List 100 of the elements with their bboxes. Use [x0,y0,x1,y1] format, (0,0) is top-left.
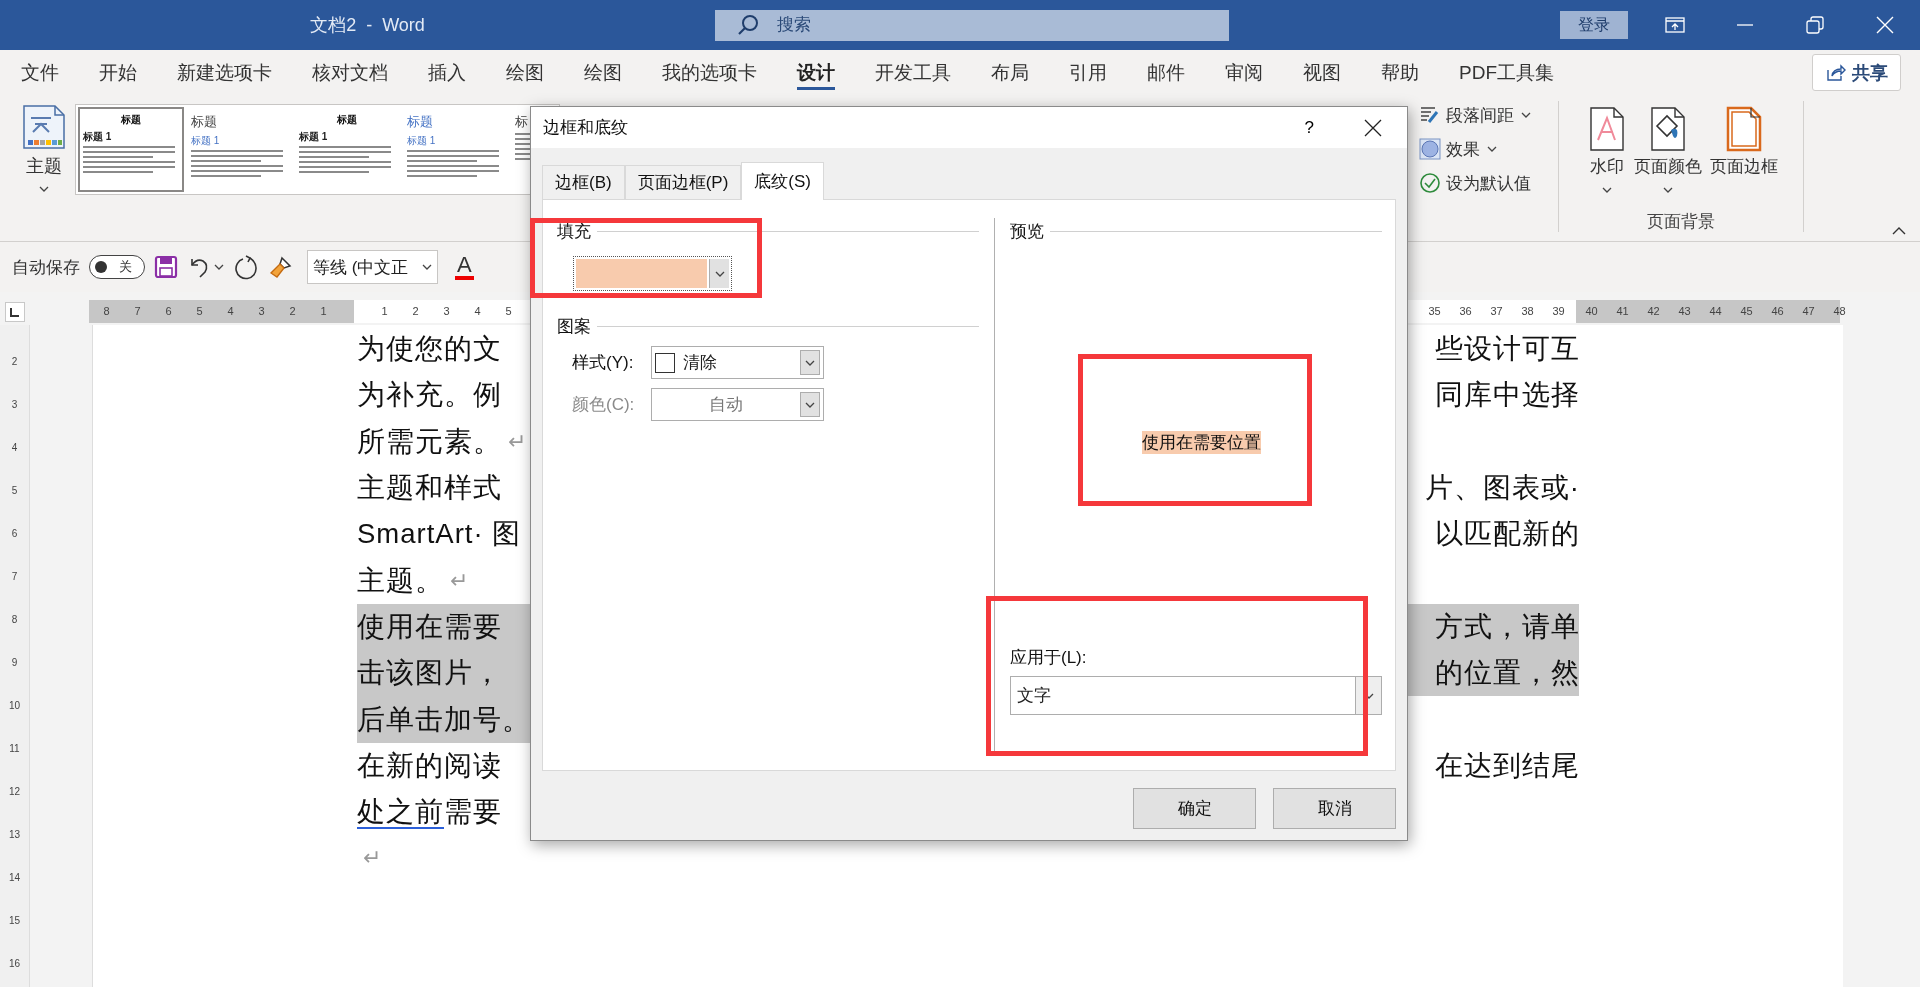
window-title: 文档2 - Word [310,14,425,37]
ruler-number: 9 [10,656,19,670]
tab-stop-icon[interactable] [5,301,25,322]
ruler-number: 37 [1489,304,1504,319]
ruler-number: 2 [10,355,19,369]
menu-tab[interactable]: 帮助 [1361,50,1439,95]
dialog-tab[interactable]: 页面边框(P) [624,165,742,199]
menu-tab[interactable]: 绘图 [486,50,564,95]
dialog-button[interactable]: 确定 [1133,788,1256,829]
ruler-number: 8 [10,613,19,627]
close-icon[interactable] [1874,15,1896,35]
caret-icon [714,270,725,277]
menu-tab[interactable]: 我的选项卡 [642,50,777,95]
field-label: 应用于(L): [1010,647,1088,669]
ruler-number: 36 [1458,304,1473,319]
sign-in-button[interactable]: 登录 [1560,11,1628,39]
autosave-toggle[interactable]: 关 [89,255,145,279]
menu-tab[interactable]: 视图 [1283,50,1361,95]
theme-button[interactable]: 主题 [18,104,70,202]
watermark-icon [1588,106,1626,152]
section-label: 预览 [1010,220,1044,243]
ruler-number: 38 [1520,304,1535,319]
save-icon[interactable] [154,255,178,279]
menu-tab[interactable]: 文件 [1,50,79,95]
collapse-ribbon-icon[interactable] [1892,226,1906,235]
close-icon[interactable] [1364,118,1382,137]
preview-text: 使用在需要位置 [1141,430,1261,454]
style-subheading: 标题 1 [83,130,113,144]
ribbon-display-icon[interactable] [1664,15,1686,35]
menu-tab[interactable]: 设计 [777,50,855,95]
help-button[interactable]: ? [1294,117,1324,138]
group-label: 页面背景 [1647,211,1715,233]
font-name-field[interactable]: 等线 (中文正 [307,250,438,284]
document-text: 处之前 [357,795,444,830]
apply-to-dropdown[interactable]: 文字 [1010,676,1382,715]
ruler-number: 47 [1801,304,1816,319]
ruler-number: 3 [442,304,451,319]
ruler-number: 2 [288,304,297,319]
style-set-item[interactable]: 标题 标题 1 [78,107,184,192]
ruler-number: 42 [1646,304,1661,319]
style-heading: 标题 [337,113,357,127]
ribbon-button[interactable]: 水印 [1588,106,1626,193]
menu-tab[interactable]: 新建选项卡 [157,50,292,95]
ruler-number: 4 [10,441,19,455]
paint-bucket-icon [1649,106,1687,152]
format-painter-icon[interactable] [268,254,294,280]
pattern-swatch [655,352,675,373]
restore-icon[interactable] [1804,15,1826,35]
document-text: 以匹配新的 [1435,517,1580,552]
caret-icon [805,359,815,366]
ruler-number: 3 [10,398,19,412]
menu-tab[interactable]: 审阅 [1205,50,1283,95]
font-color-button[interactable]: A [455,254,474,280]
share-icon [1825,63,1846,82]
menu-tab[interactable]: 开发工具 [855,50,971,95]
field-label: 样式(Y): [572,352,635,374]
menu-tab[interactable]: 核对文档 [292,50,408,95]
checkmark-icon [1419,172,1441,194]
redo-icon[interactable] [233,254,259,280]
document-text: 所需元素。 [357,424,502,459]
document-text: 同库中选择 [1435,378,1580,413]
menu-tab[interactable]: 插入 [408,50,486,95]
ribbon-button[interactable]: 页面颜色 [1634,106,1702,193]
menu-tab[interactable]: 开始 [79,50,157,95]
style-subheading: 标题 1 [299,130,329,144]
document-text: 片、图表或· [1424,471,1580,506]
document-text: 为使您的文 [357,332,502,367]
ruler-number: 5 [504,304,513,319]
ribbon-button[interactable]: 段落间距 [1419,100,1531,130]
paragraph-mark: ↵ [363,844,381,873]
menu-tab[interactable]: 邮件 [1127,50,1205,95]
menu-tab[interactable]: PDF工具集 [1439,50,1574,95]
style-dropdown[interactable]: 清除 [651,346,824,379]
ruler-number: 7 [133,304,142,319]
dialog-button[interactable]: 取消 [1273,788,1396,829]
dialog-tab[interactable]: 底纹(S) [741,162,824,200]
search-icon [737,13,759,36]
style-subheading: 标题 1 [191,134,221,148]
menu-tab[interactable]: 绘图 [564,50,642,95]
ruler-number: 5 [10,484,19,498]
ruler-number: 48 [1832,304,1847,319]
style-heading: 标题 [407,113,433,131]
ribbon-button[interactable]: 页面边框 [1710,106,1778,193]
share-button[interactable]: 共享 [1812,54,1901,91]
ribbon-button[interactable]: 效果 [1419,134,1497,164]
ribbon-button[interactable]: 设为默认值 [1419,168,1531,198]
color-dropdown[interactable]: 自动 [651,388,824,421]
menu-tab[interactable]: 引用 [1049,50,1127,95]
document-text: 为补充。例 [357,378,502,413]
dialog-tab[interactable]: 边框(B) [542,165,625,199]
caret-icon [805,401,815,408]
caret-icon [39,186,49,192]
document-text: 在达到结尾 [1435,748,1580,783]
ruler-number: 43 [1677,304,1692,319]
search-field[interactable]: 搜索 [715,9,1229,41]
ruler-number: 41 [1615,304,1630,319]
document-text: 需要 [444,795,502,830]
ruler-number: 12 [7,785,22,799]
fill-color-dropdown[interactable] [573,256,732,291]
menu-tab[interactable]: 布局 [971,50,1049,95]
